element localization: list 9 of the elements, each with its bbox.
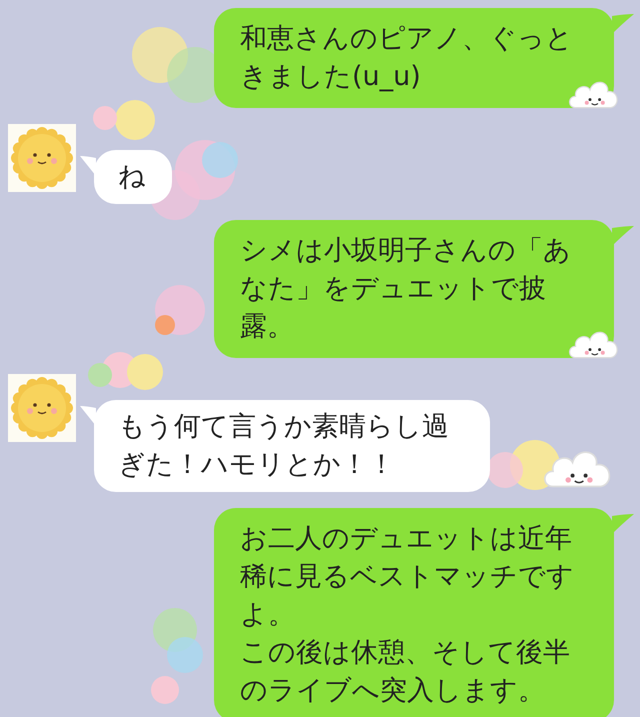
sun-avatar-icon <box>8 374 76 442</box>
sun-avatar-icon <box>8 124 76 192</box>
message-text: シメは小坂明子さんの「あなた」をデュエットで披露。 <box>240 234 572 344</box>
message-text: もう何て言うか素晴らし過ぎた！ハモリとか！！ <box>118 410 450 482</box>
message-text: この後は休憩、そして後半のライブへ突入します。 <box>240 636 571 708</box>
message-text: お二人のデュエットは近年稀に見るベストマッチですよ。 <box>240 522 575 632</box>
message-text: 和恵さんのピアノ、ぐっときました(u_u) <box>240 22 574 94</box>
message-text: ね <box>118 160 146 194</box>
bokeh-dots-drawing <box>155 285 205 335</box>
